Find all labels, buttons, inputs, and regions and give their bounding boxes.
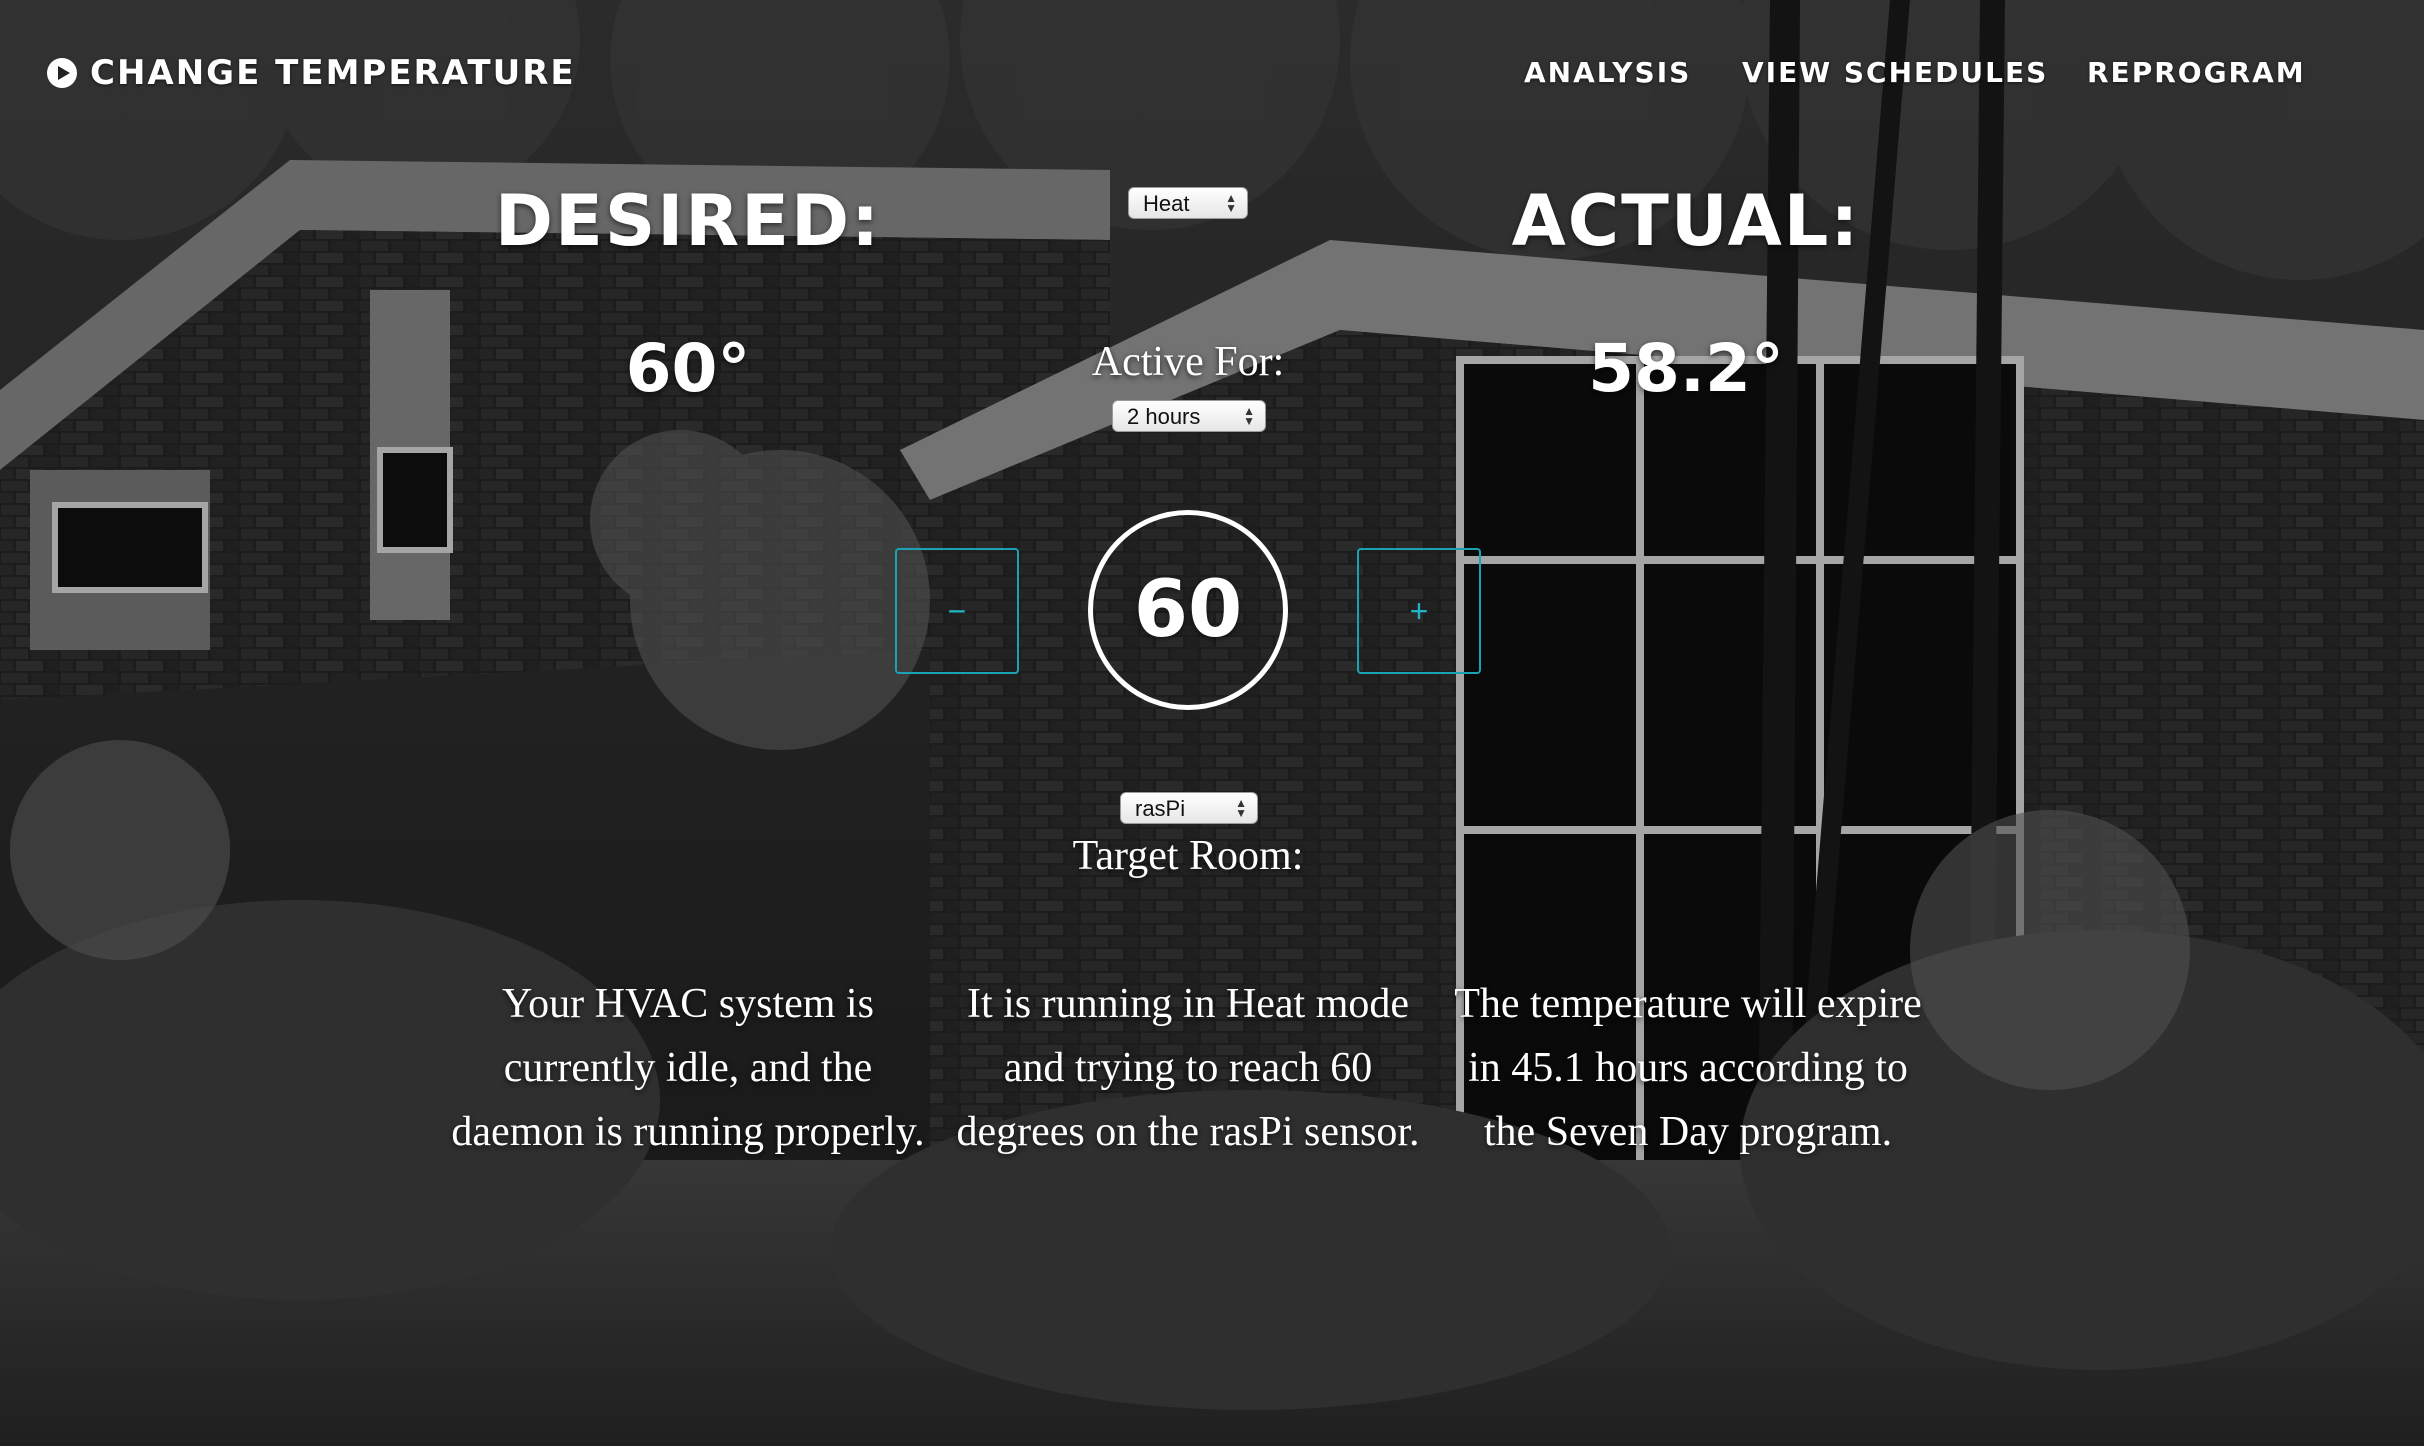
nav-view-schedules[interactable]: VIEW SCHEDULES [1742, 52, 2048, 94]
room-select-value: rasPi [1135, 796, 1186, 821]
active-for-label: Active For: [1091, 339, 1285, 385]
select-arrows-icon: ▲ ▼ [1243, 404, 1255, 428]
actual-temperature: 58.2° [1588, 330, 1784, 407]
nav-title[interactable]: CHANGE TEMPERATURE [46, 52, 576, 94]
select-arrows-icon: ▲ ▼ [1235, 796, 1247, 820]
target-room-label: Target Room: [1072, 833, 1304, 879]
active-for-select[interactable]: 2 hours ▲ ▼ [1112, 400, 1266, 432]
select-arrows-icon: ▲ ▼ [1225, 191, 1237, 215]
desired-temperature: 60° [625, 330, 751, 407]
system-status-text: Your HVAC system is currently idle, and … [451, 981, 925, 1155]
increase-temperature-button[interactable]: + [1357, 548, 1481, 674]
decrease-temperature-button[interactable]: − [895, 548, 1019, 674]
mode-select-value: Heat [1143, 191, 1190, 216]
mode-select[interactable]: Heat ▲ ▼ [1128, 187, 1248, 219]
actual-heading: ACTUAL: [1511, 180, 1861, 262]
room-select[interactable]: rasPi ▲ ▼ [1120, 792, 1258, 824]
mode-status-text: It is running in Heat mode and trying to… [956, 981, 1420, 1155]
expiry-status-text: The temperature will expire in 45.1 hour… [1454, 981, 1922, 1155]
nav-title-label: CHANGE TEMPERATURE [90, 53, 576, 93]
desired-heading: DESIRED: [494, 180, 882, 262]
play-icon [47, 58, 77, 88]
nav-reprogram[interactable]: REPROGRAM [2087, 52, 2306, 94]
active-for-select-value: 2 hours [1127, 404, 1201, 429]
nav-analysis[interactable]: ANALYSIS [1524, 52, 1691, 94]
temperature-dial: 60 [1088, 510, 1288, 710]
